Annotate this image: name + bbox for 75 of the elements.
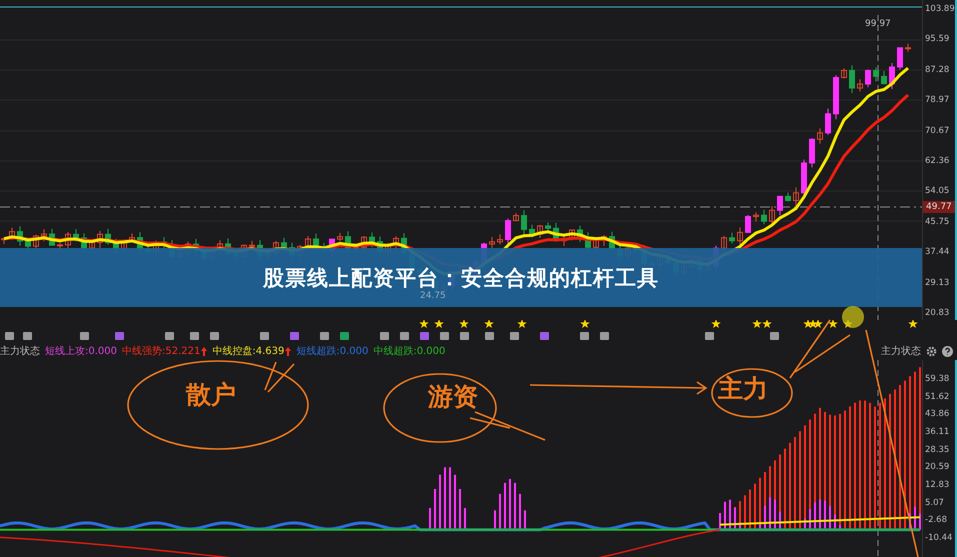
indicator-axis-label: 20.59 xyxy=(925,462,950,472)
indicator-axis-label: 59.38 xyxy=(925,374,950,384)
signal-tag-icon xyxy=(320,332,329,340)
banner-title: 股票线上配资平台：安全合规的杠杆工具 xyxy=(263,264,659,291)
indicator-axis-label: -10.44 xyxy=(925,532,954,543)
price-axis-label: 29.13 xyxy=(925,278,950,288)
indicator-axis-label: 36.11 xyxy=(925,426,950,437)
star-icon xyxy=(459,320,469,328)
star-icon xyxy=(762,320,772,328)
indicator-axis-label: 51.62 xyxy=(925,392,950,402)
star-icon xyxy=(752,320,762,328)
star-icon xyxy=(484,320,494,328)
signal-tag-icon xyxy=(210,332,219,340)
low-price-label: 24.75 xyxy=(420,291,446,301)
legend-item: 短线超跌:0.000 xyxy=(296,344,368,358)
annotation-stroke xyxy=(789,319,851,379)
settings-icon[interactable] xyxy=(926,346,937,356)
signal-tag-icon xyxy=(600,332,609,340)
handwritten-note: 主力 xyxy=(718,373,768,405)
handwritten-note: 散户 xyxy=(186,379,236,411)
cursor-highlight-icon xyxy=(842,306,864,328)
price-axis-label: 70.67 xyxy=(925,126,950,136)
price-axis-label: 37.44 xyxy=(925,247,950,258)
signal-tag-icon xyxy=(340,332,349,340)
signal-tag-icon xyxy=(190,332,199,340)
legend-item: 短线上攻:0.000 xyxy=(45,344,117,358)
signal-tag-icon xyxy=(540,332,549,340)
indicator-axis-label: 43.86 xyxy=(925,409,950,420)
price-axis-label: 103.89 xyxy=(925,4,954,14)
signal-tag-icon xyxy=(420,332,429,340)
star-icon xyxy=(803,320,813,328)
legend-item: 中线控盘:4.639 xyxy=(212,344,292,358)
signal-tag-icon xyxy=(485,332,494,340)
signal-tag-icon xyxy=(290,332,299,340)
signal-tag-icon xyxy=(460,332,469,340)
price-axis-label: 62.36 xyxy=(925,156,950,166)
star-icon xyxy=(434,320,444,328)
star-icon xyxy=(813,320,823,328)
annotation-stroke xyxy=(264,361,295,393)
indicator-title: 主力状态 xyxy=(881,344,921,358)
indicator-axis-label: 28.35 xyxy=(925,444,950,455)
legend-item: 中线强势:52.221 xyxy=(122,344,208,358)
indicator-axis-label: -2.68 xyxy=(925,515,948,526)
signal-tag-icon xyxy=(380,332,389,340)
help-icon[interactable] xyxy=(942,346,953,356)
price-axis-label: 45.75 xyxy=(925,216,950,227)
legend-item: 中线超跌:0.000 xyxy=(373,344,446,358)
current-price-tag: 49.77 xyxy=(923,201,955,213)
signal-tag-icon xyxy=(770,332,779,340)
signal-tag-icon xyxy=(580,332,589,340)
high-price-label: 99.97 xyxy=(865,19,891,29)
star-icon xyxy=(580,320,590,328)
signal-tag-icon xyxy=(115,332,124,340)
indicator-axis-label: 5.07 xyxy=(925,498,945,508)
price-axis-label: 95.59 xyxy=(925,34,950,44)
star-icon xyxy=(419,320,429,328)
star-icon xyxy=(828,320,838,328)
signal-tag-icon xyxy=(510,332,519,340)
star-icon xyxy=(908,320,918,328)
star-icon xyxy=(517,320,527,328)
signal-tag-icon xyxy=(440,332,449,340)
signal-tag-icon xyxy=(165,332,174,340)
star-icon xyxy=(808,320,818,328)
indicator-axis-label: 12.83 xyxy=(925,480,950,490)
price-axis-label: 54.05 xyxy=(925,186,950,196)
star-icon xyxy=(711,320,721,328)
price-axis-label: 87.28 xyxy=(925,64,950,75)
price-axis-label: 78.97 xyxy=(925,95,950,106)
signal-tag-icon xyxy=(400,332,409,340)
handwritten-note: 游资 xyxy=(428,381,478,413)
signal-tag-icon xyxy=(80,332,89,340)
signal-tag-icon xyxy=(705,332,714,340)
price-axis-label: 20.83 xyxy=(925,308,950,318)
indicator-name: 主力状态 xyxy=(0,344,40,358)
signal-tag-icon xyxy=(260,332,269,340)
